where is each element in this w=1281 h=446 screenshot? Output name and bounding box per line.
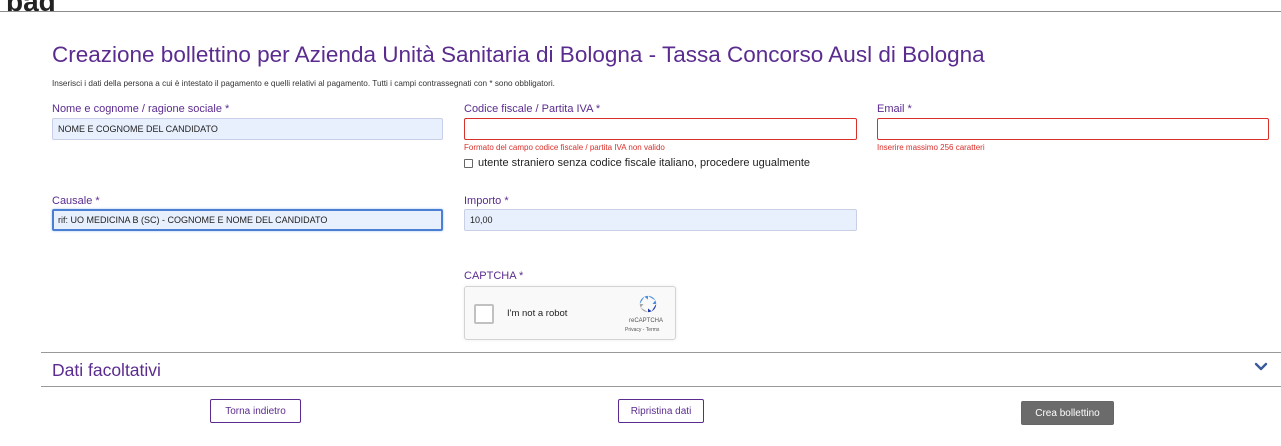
create-button[interactable]: Crea bollettino	[1021, 401, 1114, 425]
form-instructions: Inserisci i dati della persona a cui è i…	[52, 79, 555, 88]
reason-label: Causale *	[52, 195, 100, 207]
foreign-user-label: utente straniero senza codice fiscale it…	[478, 157, 811, 169]
recaptcha-logo-icon	[639, 295, 657, 313]
back-button[interactable]: Torna indietro	[210, 399, 301, 423]
email-input[interactable]	[877, 118, 1269, 140]
recaptcha-widget: I'm not a robot reCAPTCHA Privacy - Term…	[464, 286, 676, 340]
name-input[interactable]: NOME E COGNOME DEL CANDIDATO	[52, 118, 443, 140]
chevron-down-icon[interactable]	[1254, 362, 1268, 372]
tax-code-error: Formato del campo codice fiscale / parti…	[464, 143, 665, 152]
recaptcha-terms-link[interactable]: Privacy - Terms	[625, 327, 659, 333]
optional-section-title[interactable]: Dati facoltativi	[52, 360, 161, 381]
reason-input[interactable]: rif: UO MEDICINA B (SC) - COGNOME E NOME…	[52, 209, 443, 231]
recaptcha-text: I'm not a robot	[507, 308, 568, 319]
email-label: Email *	[877, 103, 912, 115]
tax-code-label: Codice fiscale / Partita IVA *	[464, 103, 601, 115]
reset-button[interactable]: Ripristina dati	[618, 399, 704, 423]
recaptcha-brand: reCAPTCHA	[629, 318, 664, 324]
section-divider-bottom	[41, 386, 1281, 387]
section-divider-top	[41, 352, 1281, 353]
recaptcha-checkbox[interactable]	[474, 304, 494, 324]
foreign-user-checkbox[interactable]	[464, 158, 473, 168]
email-error: Inserire massimo 256 caratteri	[877, 143, 985, 152]
captcha-label: CAPTCHA *	[464, 270, 524, 282]
foreign-user-option[interactable]: utente straniero senza codice fiscale it…	[464, 157, 810, 169]
amount-input[interactable]: 10,00	[464, 209, 857, 231]
tax-code-input[interactable]	[464, 118, 857, 140]
amount-label: Importo *	[464, 195, 509, 207]
name-label: Nome e cognome / ragione sociale *	[52, 103, 230, 115]
page-title: Creazione bollettino per Azienda Unità S…	[52, 42, 985, 67]
header-divider	[0, 11, 1281, 12]
